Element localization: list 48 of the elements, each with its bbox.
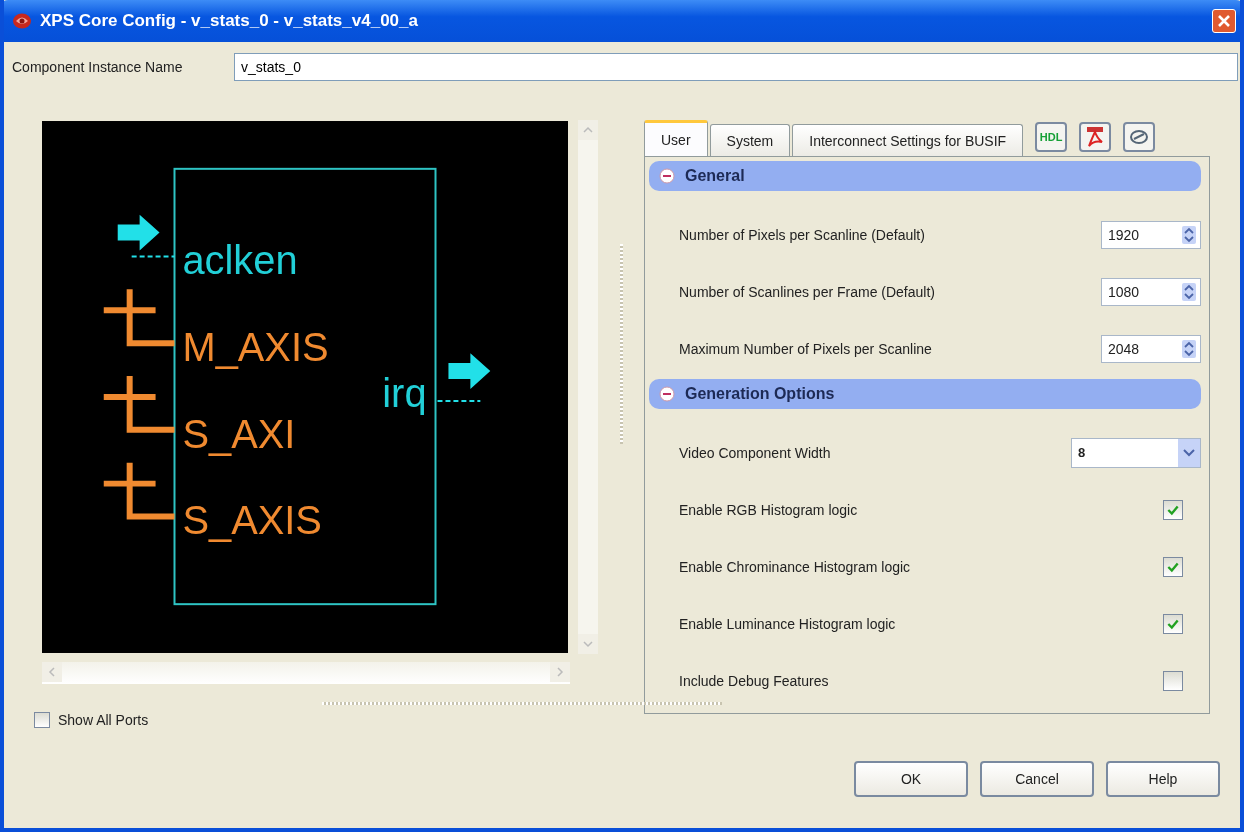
splitter-grip[interactable]: [619, 244, 623, 444]
pdf-icon[interactable]: [1079, 122, 1112, 152]
checkbox[interactable]: [1163, 556, 1183, 577]
section-title: Generation Options: [685, 385, 835, 403]
number-spinner[interactable]: 1080: [1101, 277, 1201, 306]
port-label: M_AXIS: [182, 325, 329, 370]
port-label: S_AXIS: [182, 498, 322, 543]
parameter-label: Enable RGB Histogram logic: [679, 501, 859, 518]
output-arrow-icon: [436, 353, 491, 402]
section-title: General: [685, 167, 745, 185]
dropdown[interactable]: 8: [1071, 437, 1201, 468]
port-label: irq: [382, 370, 427, 415]
parameter-label: Number of Pixels per Scanline (Default): [679, 226, 926, 243]
checkbox[interactable]: [1163, 670, 1183, 691]
port-label: aclken: [182, 238, 298, 283]
dialog-button[interactable]: Cancel: [980, 761, 1094, 797]
parameter-label: Enable Luminance Histogram logic: [679, 615, 897, 632]
parameter-label: Enable Chrominance Histogram logic: [679, 558, 912, 575]
checkbox[interactable]: [1163, 613, 1183, 634]
instance-name-label: Component Instance Name: [11, 59, 184, 75]
parameter-label: Include Debug Features: [679, 672, 830, 689]
show-all-ports-checkbox[interactable]: [34, 712, 50, 728]
close-icon[interactable]: [1217, 14, 1231, 28]
tab[interactable]: System: [709, 124, 791, 156]
number-spinner[interactable]: 1920: [1101, 220, 1201, 249]
parameter-label: Video Component Width: [679, 444, 832, 461]
checkbox[interactable]: [1163, 499, 1183, 520]
instance-name-field[interactable]: v_stats_0: [234, 53, 1238, 81]
app-icon: [12, 12, 32, 30]
parameter-label: Maximum Number of Pixels per Scanline: [679, 340, 933, 357]
dialog-button[interactable]: OK: [854, 761, 968, 797]
section-header[interactable]: General: [649, 161, 1201, 191]
chevron-down-icon[interactable]: [1183, 448, 1195, 457]
checkbox-label: Show All Ports: [58, 712, 149, 728]
section-header[interactable]: Generation Options: [649, 379, 1201, 409]
window-title: XPS Core Config - v_stats_0 - v_stats_v4_00_a: [40, 11, 419, 31]
parameter-label: Number of Scanlines per Frame (Default): [679, 283, 936, 300]
tab[interactable]: User: [644, 120, 708, 156]
collapse-icon[interactable]: [659, 168, 675, 184]
close-button[interactable]: [1212, 9, 1236, 33]
tab[interactable]: Interconnect Settings for BUSIF: [792, 124, 1024, 156]
input-arrow-icon: [117, 214, 176, 258]
link-icon[interactable]: [1123, 122, 1156, 152]
splitter-grip[interactable]: [322, 701, 722, 705]
dialog-button[interactable]: Help: [1106, 761, 1220, 797]
port-label: S_AXI: [182, 411, 296, 456]
number-spinner[interactable]: 2048: [1101, 334, 1201, 363]
collapse-icon[interactable]: [659, 386, 675, 402]
